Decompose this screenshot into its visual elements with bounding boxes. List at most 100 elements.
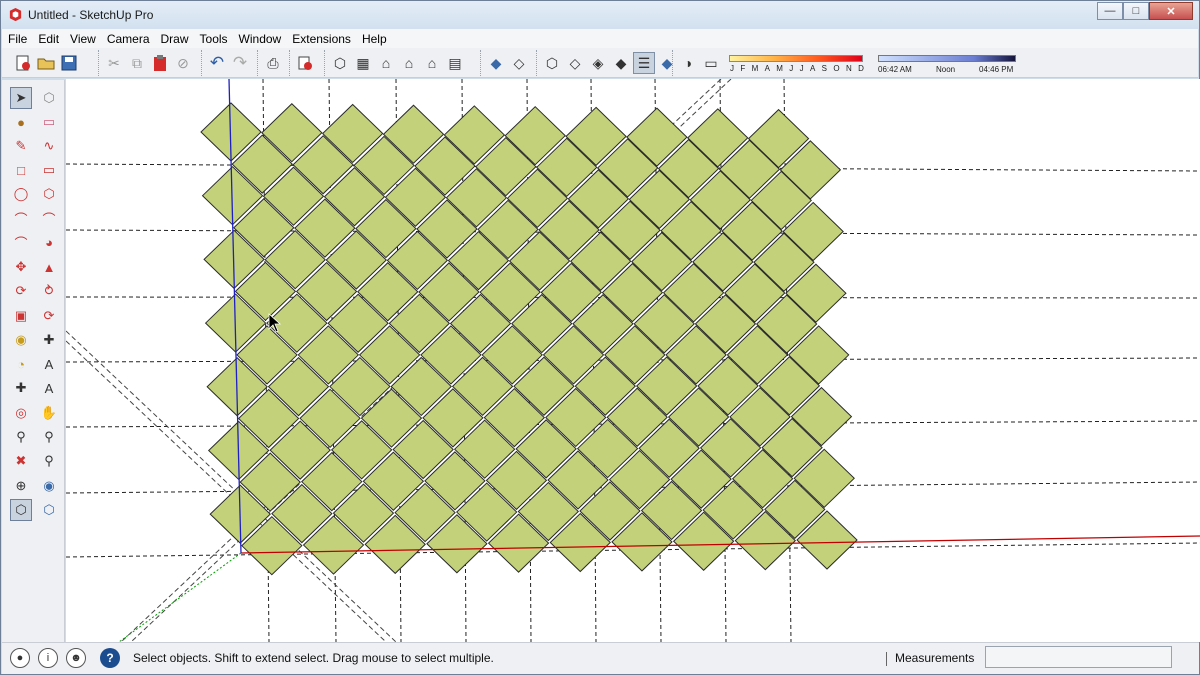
scale-icon[interactable]: ▣ [10, 305, 32, 327]
polygon-icon[interactable]: ⬡ [38, 183, 60, 205]
section-plane-icon[interactable]: ◆ [485, 52, 507, 74]
tape-measure-icon[interactable]: ◉ [10, 329, 32, 351]
menu-extensions[interactable]: Extensions [292, 32, 351, 46]
rotate-icon[interactable]: ⟳ [10, 280, 32, 302]
section-plane-tool-icon[interactable]: ⬡ [10, 499, 32, 521]
protractor-icon[interactable]: ◔ [10, 353, 32, 375]
3d-text-icon[interactable]: A [38, 377, 60, 399]
toolbar-styles-group: ⬡ ◇ ◈ ◆ ☰ ◆ [536, 50, 679, 76]
rectangle-icon[interactable]: □ [10, 159, 32, 181]
cut-icon[interactable]: ✂ [103, 52, 125, 74]
hidden-line-icon[interactable]: ◇ [564, 52, 586, 74]
copy-icon[interactable]: ⧉ [126, 52, 148, 74]
position-camera-icon[interactable]: ⊕ [10, 475, 32, 497]
shaded-icon[interactable]: ◈ [587, 52, 609, 74]
status-message: Select objects. Shift to extend select. … [133, 651, 494, 665]
shadow-settings-icon[interactable]: ◑ [677, 52, 699, 74]
maximize-button[interactable]: □ [1123, 2, 1149, 20]
paste-icon[interactable] [149, 52, 171, 74]
title-bar: Untitled - SketchUp Pro — □ ✕ [1, 1, 1199, 29]
offset-icon[interactable]: ⟳ [38, 305, 60, 327]
toolbar-undo-group: ↶ ↷ [201, 50, 252, 76]
open-folder-icon[interactable] [35, 52, 57, 74]
walk-icon[interactable]: ⬡ [38, 499, 60, 521]
menu-help[interactable]: Help [362, 32, 387, 46]
menu-edit[interactable]: Edit [38, 32, 59, 46]
credits-icon[interactable]: i [38, 648, 58, 668]
zoom-icon[interactable]: ⚲ [10, 426, 32, 448]
zoom-window-icon[interactable]: ⚲ [38, 426, 60, 448]
display-shadows-icon[interactable]: ▭ [700, 52, 722, 74]
model-info-icon[interactable] [294, 52, 316, 74]
axes-icon[interactable]: ✚ [10, 377, 32, 399]
push-pull-icon[interactable]: ▲ [38, 256, 60, 278]
month-label: N [845, 64, 852, 73]
toolbar-section-group: ◆ ◇ [480, 50, 531, 76]
menu-tools[interactable]: Tools [200, 32, 228, 46]
month-label: D [858, 64, 864, 73]
print-icon[interactable]: ⎙ [262, 52, 284, 74]
window-controls: — □ ✕ [1097, 2, 1193, 22]
wireframe-icon[interactable]: ◆ [610, 52, 632, 74]
right-view-icon[interactable]: ⌂ [398, 52, 420, 74]
menu-camera[interactable]: Camera [107, 32, 150, 46]
toolbar-edit-group: ✂ ⧉ ⊘ [98, 50, 195, 76]
measurements-label: Measurements [895, 651, 975, 665]
shadow-time-slider[interactable]: 06:42 AM Noon 04:46 PM [878, 53, 1018, 75]
orbit-icon[interactable]: ◎ [10, 402, 32, 424]
freehand-icon[interactable]: ∿ [38, 135, 60, 157]
text-label-icon[interactable]: A [38, 353, 60, 375]
make-component-icon[interactable]: ⬡ [38, 87, 60, 109]
back-view-icon[interactable]: ⌂ [421, 52, 443, 74]
close-button[interactable]: ✕ [1149, 2, 1193, 20]
menu-file[interactable]: File [8, 32, 27, 46]
line-pencil-icon[interactable]: ✎ [10, 135, 32, 157]
iso-view-icon[interactable]: ⬡ [329, 52, 351, 74]
pie-icon[interactable]: ◕ [38, 231, 60, 253]
rotated-rectangle-icon[interactable]: ▭ [38, 159, 60, 181]
undo-icon[interactable]: ↶ [206, 52, 228, 74]
zoom-extents-icon[interactable]: ✖ [10, 450, 32, 472]
paint-bucket-icon[interactable]: ● [10, 111, 32, 133]
two-point-arc-icon[interactable]: ⌒ [38, 207, 60, 229]
user-account-icon[interactable]: ☻ [66, 648, 86, 668]
month-label: O [833, 64, 840, 73]
arc-icon[interactable]: ⌒ [10, 207, 32, 229]
window-title: Untitled - SketchUp Pro [28, 8, 154, 22]
save-icon[interactable] [58, 52, 80, 74]
shadow-month-slider[interactable]: J F M A M J J A S O N D [729, 53, 864, 75]
pan-icon[interactable]: ✋ [38, 402, 60, 424]
left-view-icon[interactable]: ▤ [444, 52, 466, 74]
top-view-icon[interactable]: ▦ [352, 52, 374, 74]
model-viewport[interactable] [66, 79, 1200, 642]
menu-view[interactable]: View [70, 32, 96, 46]
move-icon[interactable]: ✥ [10, 256, 32, 278]
measurements-input[interactable] [985, 646, 1172, 668]
shaded-textures-icon[interactable]: ☰ [633, 52, 655, 74]
instructor-help-icon[interactable]: ? [100, 648, 120, 668]
redo-icon[interactable]: ↷ [229, 52, 251, 74]
three-point-arc-icon[interactable]: ⌒ [10, 231, 32, 253]
erase-icon[interactable]: ⊘ [172, 52, 194, 74]
look-around-icon[interactable]: ◉ [38, 475, 60, 497]
drawing-canvas[interactable] [66, 79, 1200, 642]
xray-style-icon[interactable]: ⬡ [541, 52, 563, 74]
month-slider-track[interactable] [729, 55, 863, 62]
menu-draw[interactable]: Draw [161, 32, 189, 46]
geo-location-icon[interactable]: ● [10, 648, 30, 668]
month-label: J [789, 64, 794, 73]
time-slider-track[interactable] [878, 55, 1016, 62]
new-model-icon[interactable] [12, 52, 34, 74]
previous-view-icon[interactable]: ⚲ [38, 450, 60, 472]
menu-window[interactable]: Window [239, 32, 282, 46]
eraser-icon[interactable]: ▭ [38, 111, 60, 133]
follow-me-icon[interactable]: ⥁ [38, 280, 60, 302]
dimension-icon[interactable]: ✚ [38, 329, 60, 351]
select-arrow-icon[interactable]: ➤ [10, 87, 32, 109]
front-view-icon[interactable]: ⌂ [375, 52, 397, 74]
minimize-button[interactable]: — [1097, 2, 1123, 20]
circle-icon[interactable]: ◯ [10, 183, 32, 205]
time-noon-label: Noon [936, 65, 956, 74]
app-window: Untitled - SketchUp Pro — □ ✕ File Edit … [0, 0, 1200, 675]
section-display-icon[interactable]: ◇ [508, 52, 530, 74]
